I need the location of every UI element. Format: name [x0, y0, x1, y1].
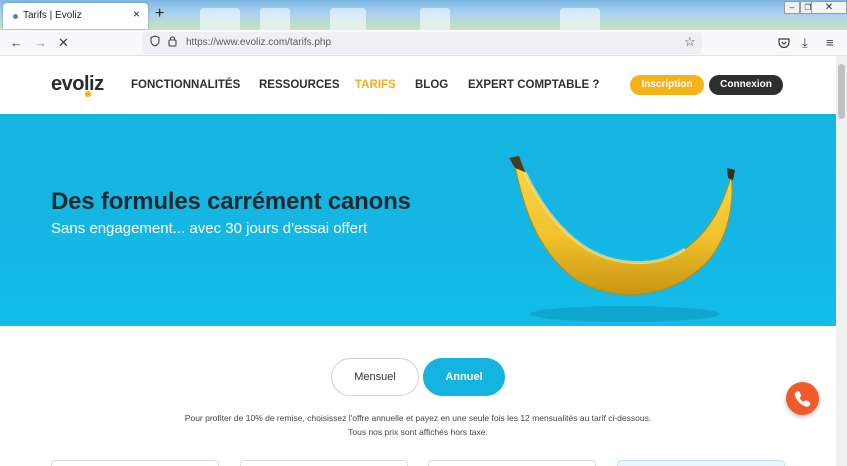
page-scrollbar[interactable] — [836, 56, 847, 466]
tab-title: Tarifs | Evoliz — [23, 10, 82, 21]
pricing-card — [240, 460, 408, 466]
nav-tarifs[interactable]: TARIFS — [355, 79, 396, 91]
banana-image — [509, 156, 735, 322]
tax-info: Tous nos prix sont affichés hors taxe. — [348, 427, 488, 437]
background-decoration — [200, 8, 240, 30]
evoliz-logo[interactable]: evoliz — [51, 73, 104, 96]
back-icon[interactable]: ← — [10, 34, 23, 52]
site-header: evoliz FONCTIONNALITÉS RESSOURCES TARIFS… — [0, 56, 836, 114]
hero-subtitle: Sans engagement... avec 30 jours d'essai… — [51, 220, 368, 237]
url-text[interactable]: https://www.evoliz.com/tarifs.php — [186, 37, 331, 48]
browser-tab[interactable]: Tarifs | Evoliz × — [3, 3, 148, 29]
phone-icon — [794, 391, 811, 407]
background-decoration — [560, 8, 600, 30]
call-button[interactable] — [786, 382, 819, 415]
scrollbar-thumb[interactable] — [838, 64, 845, 119]
pricing-card — [617, 460, 785, 466]
address-bar[interactable]: https://www.evoliz.com/tarifs.php ☆ — [142, 32, 702, 54]
background-decoration — [330, 8, 366, 30]
forward-icon[interactable]: → — [34, 34, 47, 52]
tab-close-icon[interactable]: × — [133, 7, 140, 21]
annuel-toggle[interactable]: Annuel — [423, 358, 505, 396]
nav-ressources[interactable]: RESSOURCES — [259, 79, 340, 91]
pricing-card — [51, 460, 219, 466]
nav-blog[interactable]: BLOG — [415, 79, 448, 91]
nav-expert-comptable[interactable]: EXPERT COMPTABLE ? — [468, 79, 599, 91]
title-bar: Tarifs | Evoliz × + – ❐ ✕ — [0, 0, 847, 30]
discount-info: Pour profiter de 10% de remise, choisiss… — [184, 413, 652, 423]
background-decoration — [420, 8, 450, 30]
inscription-button[interactable]: Inscription — [630, 75, 704, 95]
pocket-icon[interactable] — [778, 34, 790, 54]
hero-banner: Des formules carrément canons Sans engag… — [0, 114, 836, 326]
mensuel-toggle[interactable]: Mensuel — [331, 358, 419, 396]
connexion-button[interactable]: Connexion — [709, 75, 783, 95]
download-icon[interactable]: ⤓ — [802, 34, 808, 52]
bookmark-star-icon[interactable]: ☆ — [684, 34, 696, 50]
background-decoration — [260, 8, 290, 30]
hero-title: Des formules carrément canons — [51, 188, 411, 215]
navigation-toolbar: ← → ✕ https://www.evoliz.com/tarifs.php … — [0, 30, 847, 56]
lock-icon[interactable] — [168, 35, 177, 50]
nav-fonctionnalites[interactable]: FONCTIONNALITÉS — [131, 79, 240, 91]
logo-dot — [85, 91, 91, 97]
browser-window: Tarifs | Evoliz × + – ❐ ✕ ← → ✕ https://… — [0, 0, 847, 466]
new-tab-button[interactable]: + — [155, 5, 164, 23]
window-close-button[interactable]: ✕ — [811, 1, 847, 14]
menu-icon[interactable]: ≡ — [826, 34, 834, 52]
favicon-icon — [13, 14, 18, 19]
stop-loading-icon[interactable]: ✕ — [58, 34, 69, 52]
shield-icon[interactable] — [150, 35, 160, 50]
minimize-button[interactable]: – — [784, 1, 800, 14]
pricing-card — [428, 460, 596, 466]
